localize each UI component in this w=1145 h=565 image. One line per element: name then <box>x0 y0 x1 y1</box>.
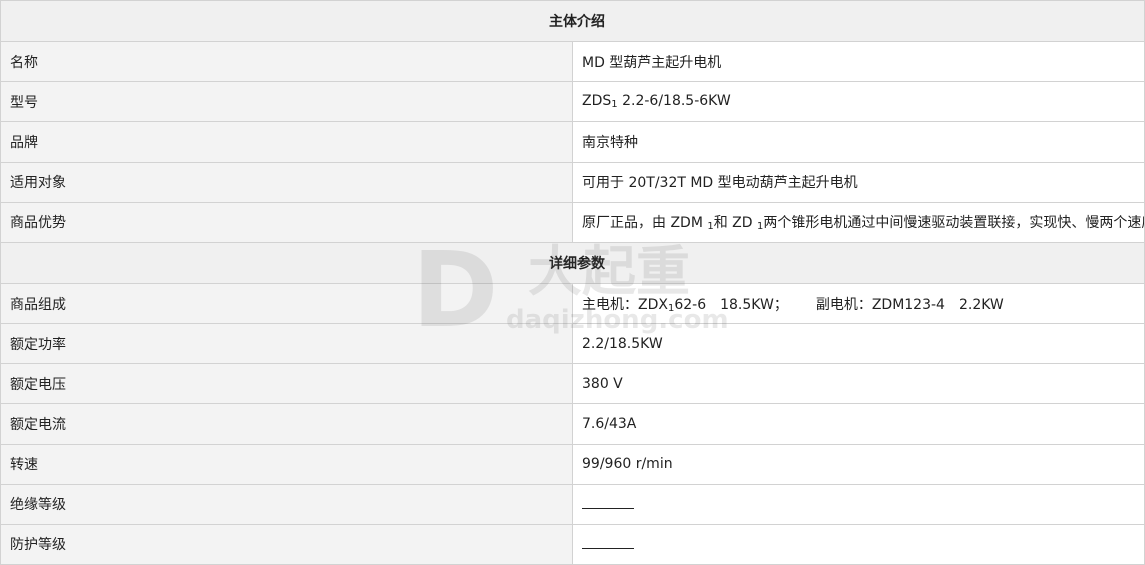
row-label: 绝缘等级 <box>0 483 573 525</box>
value-text: ZDS <box>582 93 612 110</box>
value-text: 副电机：ZDM123-4 2.2KW <box>815 296 1004 313</box>
blank-line <box>582 500 634 509</box>
table-row: 转速 99/960 r/min <box>0 443 1145 485</box>
value-text: 和 ZD <box>713 215 758 232</box>
row-value: 可用于 20T/32T MD 型电动葫芦主起升电机 <box>572 161 1145 203</box>
value-text: 两个锥形电机通过中间慢速驱动装置联接，实现快、慢两个速度。 <box>763 215 1145 232</box>
table-row: 绝缘等级 <box>0 483 1145 525</box>
row-label: 适用对象 <box>0 161 573 203</box>
row-label: 额定电流 <box>0 403 573 445</box>
row-label: 额定电压 <box>0 363 573 405</box>
table-row: 名称 MD 型葫芦主起升电机 <box>0 41 1145 83</box>
table-row: 额定电流 7.6/43A <box>0 403 1145 445</box>
row-value <box>572 483 1145 525</box>
row-value: 380 V <box>572 363 1145 405</box>
row-label: 品牌 <box>0 121 573 163</box>
table-row: 额定功率 2.2/18.5KW <box>0 323 1145 365</box>
value-text: 2.2-6/18.5-6KW <box>617 93 731 110</box>
row-label: 商品优势 <box>0 201 573 243</box>
section-header-row: 主体介绍 <box>0 0 1145 43</box>
row-value: MD 型葫芦主起升电机 <box>572 41 1145 83</box>
row-value: 主电机：ZDX162-6 18.5KW； 副电机：ZDM123-4 2.2KW <box>572 282 1145 325</box>
row-value: 99/960 r/min <box>572 443 1145 485</box>
table-row: 商品优势 原厂正品，由 ZDM 1和 ZD 1两个锥形电机通过中间慢速驱动装置联… <box>0 201 1145 243</box>
section-title-detail: 详细参数 <box>0 241 1145 284</box>
row-label: 型号 <box>0 81 573 123</box>
value-text: 主电机：ZDX <box>582 296 668 313</box>
table-row: 适用对象 可用于 20T/32T MD 型电动葫芦主起升电机 <box>0 161 1145 203</box>
table-row: 额定电压 380 V <box>0 363 1145 405</box>
row-label: 商品组成 <box>0 282 573 325</box>
row-value: 原厂正品，由 ZDM 1和 ZD 1两个锥形电机通过中间慢速驱动装置联接，实现快… <box>572 201 1145 243</box>
section-header-row: 详细参数 <box>0 241 1145 284</box>
value-text: 原厂正品，由 ZDM <box>582 215 708 232</box>
section-title-intro: 主体介绍 <box>0 0 1145 43</box>
row-value: 南京特种 <box>572 121 1145 163</box>
row-label: 额定功率 <box>0 323 573 365</box>
value-text: 62-6 18.5KW； <box>674 296 788 313</box>
row-label: 转速 <box>0 443 573 485</box>
row-value: ZDS1 2.2-6/18.5-6KW <box>572 81 1145 123</box>
table-row: 商品组成 主电机：ZDX162-6 18.5KW； 副电机：ZDM123-4 2.… <box>0 282 1145 325</box>
row-label: 防护等级 <box>0 523 573 565</box>
row-value: 7.6/43A <box>572 403 1145 445</box>
row-label: 名称 <box>0 41 573 83</box>
row-value <box>572 523 1145 565</box>
row-value: 2.2/18.5KW <box>572 323 1145 365</box>
table-row: 品牌 南京特种 <box>0 121 1145 163</box>
spec-table: 主体介绍 名称 MD 型葫芦主起升电机 型号 ZDS1 2.2-6/18.5-6… <box>0 0 1145 565</box>
blank-line <box>582 540 634 549</box>
table-row: 型号 ZDS1 2.2-6/18.5-6KW <box>0 81 1145 123</box>
table-row: 防护等级 <box>0 523 1145 565</box>
